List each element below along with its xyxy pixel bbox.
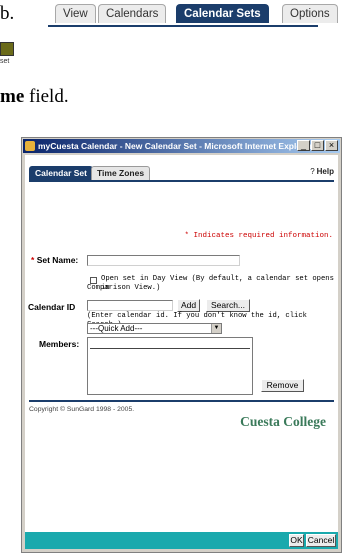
open-day-view-checkbox[interactable] <box>90 277 97 284</box>
open-day-view-text-2: Comparison View.) <box>87 284 161 292</box>
search-button[interactable]: Search... <box>206 299 250 312</box>
set-name-label-text: Set Name: <box>36 255 79 265</box>
doc-text-instruction: me field. <box>0 86 69 108</box>
window-title-bar[interactable]: myCuesta Calendar - New Calendar Set - M… <box>23 139 340 153</box>
members-list-line <box>90 348 250 349</box>
dialog-tab-underline <box>29 180 334 182</box>
required-info-note: * Indicates required information. <box>184 232 333 240</box>
set-name-input[interactable] <box>87 255 240 266</box>
tab-calendar-set[interactable]: Calendar Set <box>29 166 93 180</box>
add-button[interactable]: Add <box>177 299 200 312</box>
copyright-text: Copyright © SunGard 1998 - 2005. <box>29 406 135 413</box>
set-name-label: * Set Name: <box>31 255 78 265</box>
window-controls: _ □ × <box>296 140 338 152</box>
chevron-down-icon[interactable]: ▼ <box>211 324 221 333</box>
doc-bold-word: me <box>0 86 25 107</box>
required-marker: * <box>31 255 35 265</box>
doc-text-fragment: b. <box>0 3 15 24</box>
ie-page-icon <box>25 141 35 151</box>
calendar-id-input[interactable] <box>87 300 173 311</box>
portal-tab-options[interactable]: Options <box>282 4 338 23</box>
dialog-footer-bar: OK Cancel <box>25 532 338 549</box>
portal-tab-calendar-sets[interactable]: Calendar Sets <box>176 4 269 23</box>
help-link[interactable]: ? Help <box>310 167 334 176</box>
maximize-button[interactable]: □ <box>311 140 324 151</box>
cancel-button[interactable]: Cancel <box>306 534 336 547</box>
members-label: Members: <box>39 339 80 349</box>
close-button[interactable]: × <box>325 140 338 151</box>
ie-window: myCuesta Calendar - New Calendar Set - M… <box>21 137 342 553</box>
calendar-set-icon-label: set <box>0 58 10 65</box>
calendar-set-icon <box>0 42 14 56</box>
dialog-content: Calendar Set Time Zones ? Help * Indicate… <box>25 155 338 549</box>
tab-time-zones[interactable]: Time Zones <box>91 166 151 180</box>
help-label: Help <box>316 167 334 176</box>
members-listbox[interactable] <box>87 337 253 395</box>
quick-add-select[interactable]: ---Quick Add--- ▼ <box>87 323 222 334</box>
portal-tab-calendars[interactable]: Calendars <box>98 4 167 23</box>
minimize-button[interactable]: _ <box>297 140 310 151</box>
window-title: myCuesta Calendar - New Calendar Set - M… <box>38 141 313 151</box>
college-logo-text: Cuesta College <box>240 414 326 429</box>
doc-text-rest: field. <box>24 86 69 107</box>
dialog-tab-bar: Calendar Set Time Zones ? Help <box>29 166 334 180</box>
portal-tab-underline <box>48 25 318 27</box>
ok-button[interactable]: OK <box>289 534 304 547</box>
quick-add-value: ---Quick Add--- <box>90 324 143 333</box>
remove-button[interactable]: Remove <box>261 379 304 392</box>
footer-divider <box>29 400 334 402</box>
document-fragment: b. View Calendars Calendar Sets Options … <box>0 0 362 120</box>
help-icon: ? <box>310 167 315 176</box>
portal-tab-view[interactable]: View <box>55 4 96 23</box>
calendar-id-label: Calendar ID <box>28 302 76 312</box>
